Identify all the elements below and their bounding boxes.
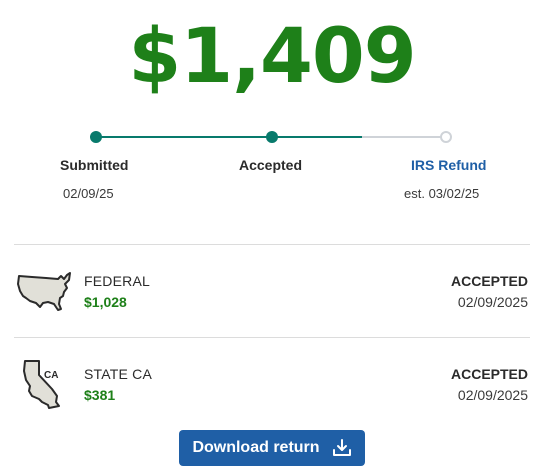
usa-map-icon xyxy=(16,270,72,317)
progress-track-pending xyxy=(362,136,446,138)
return-amount-federal: $1,028 xyxy=(84,294,127,310)
california-icon-label: CA xyxy=(44,370,58,381)
return-amount-state: $381 xyxy=(84,387,116,403)
progress-track-complete xyxy=(96,136,362,138)
step-dot-accepted xyxy=(266,131,278,143)
divider xyxy=(14,244,530,245)
download-icon xyxy=(332,438,352,458)
step-dot-submitted xyxy=(90,131,102,143)
return-date-state: 02/09/2025 xyxy=(457,387,528,403)
download-button-label: Download return xyxy=(192,439,320,456)
divider xyxy=(14,337,530,338)
step-dot-irs-refund xyxy=(440,131,452,143)
refund-amount: $1,409 xyxy=(128,11,416,100)
return-title-state: STATE CA xyxy=(84,366,152,382)
return-date-federal: 02/09/2025 xyxy=(457,294,528,310)
return-title-federal: FEDERAL xyxy=(84,273,150,289)
step-label-accepted: Accepted xyxy=(239,157,303,173)
download-return-button[interactable]: Download return xyxy=(179,430,365,466)
step-label-irs-refund[interactable]: IRS Refund xyxy=(411,157,486,173)
return-status-state: ACCEPTED xyxy=(450,366,528,382)
step-date-submitted: 02/09/25 xyxy=(63,186,114,201)
step-date-irs-refund: est. 03/02/25 xyxy=(404,186,480,201)
step-label-submitted: Submitted xyxy=(60,157,129,173)
california-map-icon: CA xyxy=(20,358,68,415)
return-status-federal: ACCEPTED xyxy=(450,273,528,289)
